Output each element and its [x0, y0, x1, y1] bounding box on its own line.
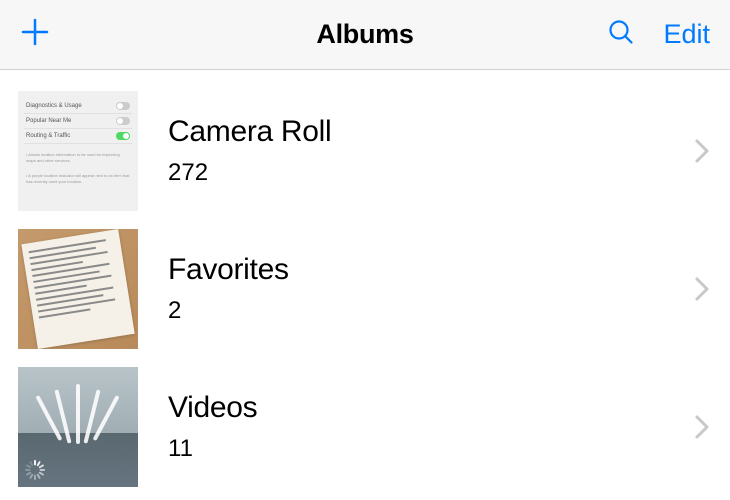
album-name: Camera Roll: [168, 115, 694, 149]
album-count: 272: [168, 159, 694, 187]
album-row-camera-roll[interactable]: Diagnostics & Usage Popular Near Me Rout…: [18, 82, 730, 220]
nav-left: [20, 17, 140, 52]
page-title: Albums: [316, 19, 413, 49]
navigation-bar: Albums Edit: [0, 0, 730, 70]
album-thumbnail: Diagnostics & Usage Popular Near Me Rout…: [18, 91, 138, 211]
album-info: Camera Roll 272: [138, 115, 694, 187]
album-count: 2: [168, 297, 694, 325]
nav-right: Edit: [590, 18, 710, 51]
chevron-right-icon: [694, 138, 730, 164]
album-name: Favorites: [168, 253, 694, 287]
edit-button[interactable]: Edit: [663, 19, 710, 50]
album-thumbnail: [18, 367, 138, 487]
album-info: Videos 11: [138, 391, 694, 463]
album-name: Videos: [168, 391, 694, 425]
add-icon[interactable]: [20, 17, 50, 52]
albums-list: Diagnostics & Usage Popular Near Me Rout…: [0, 70, 730, 496]
album-row-favorites[interactable]: Favorites 2: [18, 220, 730, 358]
chevron-right-icon: [694, 414, 730, 440]
nav-center: Albums: [140, 19, 590, 50]
chevron-right-icon: [694, 276, 730, 302]
search-icon[interactable]: [607, 18, 635, 51]
album-thumbnail: [18, 229, 138, 349]
album-row-videos[interactable]: Videos 11: [18, 358, 730, 496]
album-count: 11: [168, 435, 694, 463]
album-info: Favorites 2: [138, 253, 694, 325]
loading-spinner-icon: [24, 459, 46, 481]
